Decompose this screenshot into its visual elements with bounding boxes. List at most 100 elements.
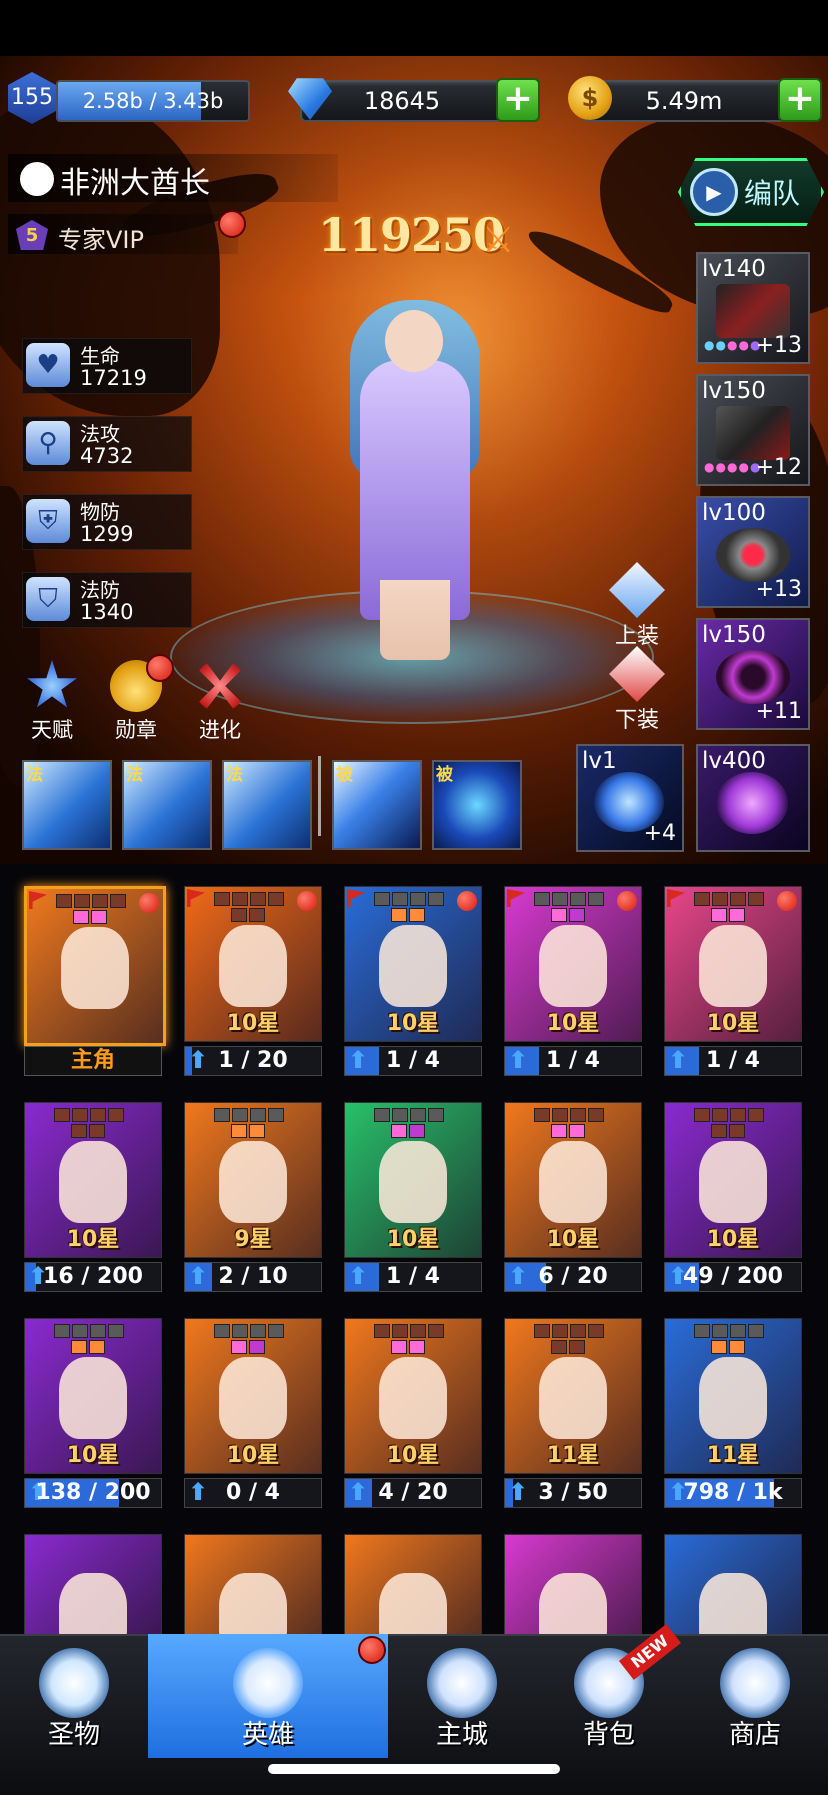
hero-portrait (59, 1357, 127, 1439)
gem-slot (54, 1324, 70, 1338)
hero-portrait (699, 1573, 767, 1635)
hero-card[interactable] (24, 1534, 162, 1636)
home-indicator[interactable] (268, 1764, 560, 1774)
hero-card[interactable] (344, 1534, 482, 1636)
hero-card[interactable] (664, 1534, 802, 1636)
hero-shard-progress[interactable]: ⬆ 1 / 20 (184, 1046, 322, 1076)
skill-passive-shield[interactable]: 被 (432, 760, 522, 850)
hero-portrait (219, 925, 287, 1007)
team-formation-label: 编队 (744, 177, 801, 210)
hero-card[interactable]: 11星 (504, 1318, 642, 1474)
stat-magic-defense-value: 1340 (80, 600, 134, 624)
hero-portrait (379, 925, 447, 1007)
skill-divider (318, 756, 321, 836)
hero-shard-progress[interactable]: ⬆ 6 / 20 (504, 1262, 642, 1292)
shard-progress-text: 3 / 50 (538, 1480, 608, 1505)
hero-card[interactable]: 10星 (184, 886, 322, 1042)
relic-slot-1[interactable]: lv1 +4 (576, 744, 684, 852)
gem-slot (694, 1324, 710, 1338)
hero-gem-slots (373, 891, 445, 923)
unequip-all-button[interactable]: 下装 (602, 646, 672, 734)
add-gems-button[interactable]: + (496, 78, 540, 122)
talent-button[interactable]: 天赋 (22, 660, 82, 744)
hero-shard-progress[interactable]: ⬆ 49 / 200 (664, 1262, 802, 1292)
shard-progress-text: 0 / 4 (226, 1480, 280, 1505)
hero-shard-progress[interactable]: ⬆ 138 / 200 (24, 1478, 162, 1508)
hero-portrait (219, 1573, 287, 1635)
hero-card[interactable]: 10星 (504, 1102, 642, 1258)
skill-snowflake[interactable]: 法 (122, 760, 212, 850)
relic-level: lv400 (702, 748, 766, 774)
hero-portrait (379, 1573, 447, 1635)
shard-progress-text: 1 / 20 (218, 1048, 288, 1073)
gem-slot (534, 1108, 550, 1122)
relic-slot-2[interactable]: lv400 (696, 744, 810, 852)
hero-card[interactable]: 10星 (664, 1102, 802, 1258)
equipment-slot-weapon[interactable]: lv140 ●●●●● +13 (696, 252, 810, 364)
equipment-level: lv140 (702, 256, 766, 282)
hero-card[interactable]: 10星 (184, 1318, 322, 1474)
hero-portrait (699, 1357, 767, 1439)
hero-shard-progress[interactable]: ⬆ 3 / 50 (504, 1478, 642, 1508)
hero-portrait (699, 1141, 767, 1223)
hero-card[interactable]: 10星 (344, 1102, 482, 1258)
skill-blizzard[interactable]: 法 (222, 760, 312, 850)
gem-slot (110, 894, 126, 908)
equip-all-button[interactable]: 上装 (602, 562, 672, 650)
hero-card[interactable]: 10星 (344, 1318, 482, 1474)
gems-value: 18645 (363, 87, 441, 115)
gem-slot (90, 1108, 106, 1122)
hero-shard-progress[interactable]: ⬆ 4 / 20 (344, 1478, 482, 1508)
hero-shard-progress[interactable]: ⬆ 798 / 1k (664, 1478, 802, 1508)
equipment-slot-armor[interactable]: lv150 ●●●●● +12 (696, 374, 810, 486)
nav-tab-2[interactable]: 主城 (388, 1634, 536, 1758)
hero-star-rank: 10星 (66, 1227, 120, 1252)
gem-slot (551, 908, 567, 922)
skill-passive-blade[interactable]: 被 (332, 760, 422, 850)
hero-card[interactable]: 10星 (344, 886, 482, 1042)
shield-magic-icon: ⛉ (26, 577, 70, 621)
gem-slot (409, 908, 425, 922)
hero-shard-progress[interactable]: ⬆ 1 / 4 (344, 1262, 482, 1292)
experience-text: 2.58b / 3.43b (82, 89, 224, 113)
gem-slot (89, 1124, 105, 1138)
hero-card[interactable]: 10星 (664, 886, 802, 1042)
hero-shard-progress[interactable]: ⬆ 1 / 4 (664, 1046, 802, 1076)
hero-card[interactable]: 10星 (504, 886, 642, 1042)
gem-slot (712, 892, 728, 906)
hero-star-rank: 10星 (386, 1443, 440, 1468)
hero-shard-progress[interactable]: ⬆ 2 / 10 (184, 1262, 322, 1292)
evolve-button[interactable]: 进化 (190, 660, 250, 744)
hero-card[interactable]: 11星 (664, 1318, 802, 1474)
hero-shard-progress[interactable]: ⬆ 1 / 4 (344, 1046, 482, 1076)
hero-card[interactable]: 9星 (184, 1102, 322, 1258)
gem-slot (391, 908, 407, 922)
hero-shard-progress[interactable]: ⬆ 1 / 4 (504, 1046, 642, 1076)
equipment-slot-ring[interactable]: lv100 +13 (696, 496, 810, 608)
add-coins-button[interactable]: + (778, 78, 822, 122)
hero-card[interactable] (24, 886, 166, 1046)
hero-card[interactable] (504, 1534, 642, 1636)
gem-slot (729, 1124, 745, 1138)
nav-tab-0[interactable]: 圣物 (0, 1634, 148, 1758)
hero-card[interactable] (184, 1534, 322, 1636)
nav-tab-4[interactable]: 商店 (682, 1634, 828, 1758)
gem-slot (374, 1324, 390, 1338)
evolve-icon (194, 660, 246, 712)
amulet-icon (716, 650, 790, 704)
hero-shard-progress[interactable]: ⬆ 16 / 200 (24, 1262, 162, 1292)
hero-shard-progress[interactable]: ⬆ 0 / 4 (184, 1478, 322, 1508)
stat-magic-defense-label: 法防 (80, 578, 120, 602)
skill-ice-crystal[interactable]: 法 (22, 760, 112, 850)
nav-tab-1[interactable]: 英雄 (148, 1634, 388, 1758)
gem-slot (730, 892, 746, 906)
hero-portrait (219, 1141, 287, 1223)
medal-label: 勋章 (115, 718, 157, 742)
gem-slot (711, 1124, 727, 1138)
gem-slot (391, 1340, 407, 1354)
hero-card[interactable]: 10星 (24, 1318, 162, 1474)
equipment-slot-amulet[interactable]: lv150 +11 (696, 618, 810, 730)
castle-icon (427, 1648, 497, 1718)
hero-card[interactable]: 10星 (24, 1102, 162, 1258)
gem-slot (214, 1324, 230, 1338)
